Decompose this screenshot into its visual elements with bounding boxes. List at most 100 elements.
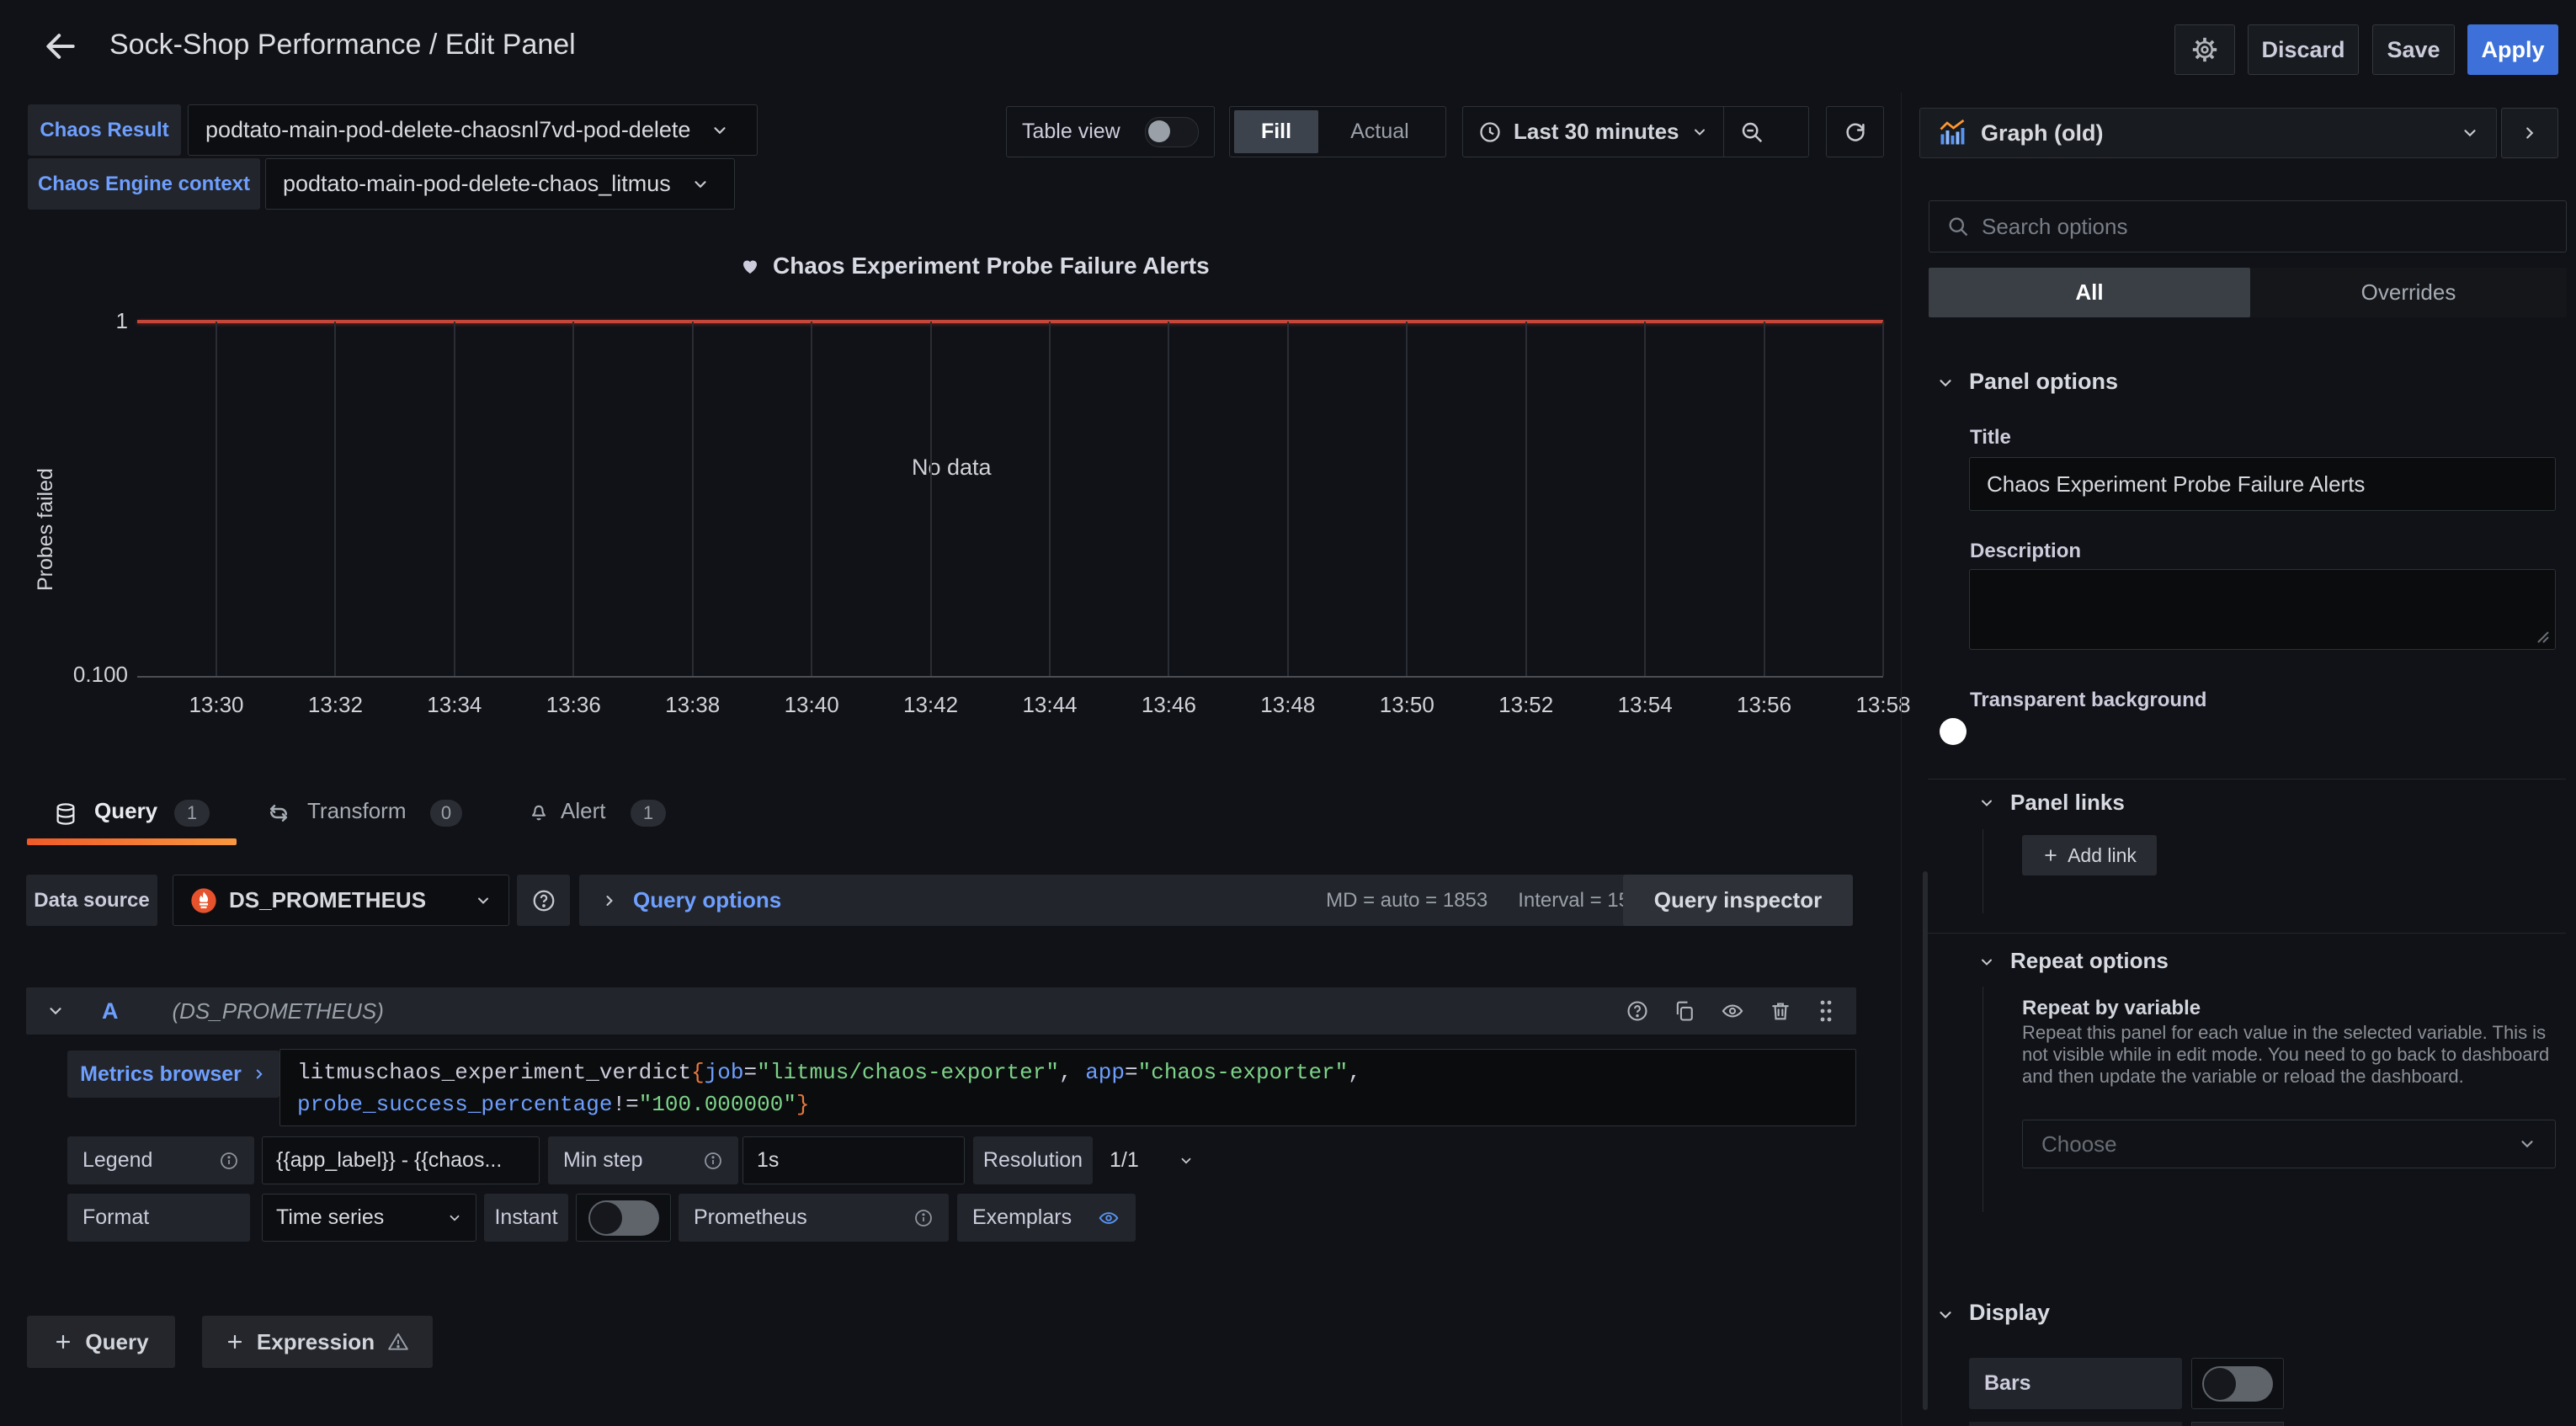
actual-option[interactable]: Actual (1318, 120, 1441, 144)
x-tick-label: 13:44 (1012, 692, 1088, 718)
query-row-header[interactable]: A (DS_PROMETHEUS) (26, 987, 1856, 1035)
duplicate-query-icon[interactable] (1673, 999, 1696, 1023)
repeat-description: Repeat this panel for each value in the … (2022, 1022, 2561, 1088)
gear-icon (2190, 35, 2219, 64)
chevron-right-icon (601, 892, 618, 909)
gridline (1406, 322, 1408, 676)
transform-icon (266, 801, 291, 826)
tab-all[interactable]: All (1929, 268, 2250, 317)
scrollbar-thumb[interactable] (1923, 871, 1928, 1410)
fill-option[interactable]: Fill (1234, 110, 1318, 153)
x-axis-labels: 13:3013:3213:3413:3613:3813:4013:4213:44… (137, 692, 1883, 722)
time-range-picker[interactable]: Last 30 minutes (1463, 107, 1723, 157)
repeat-options-chevron-icon[interactable] (1978, 954, 1995, 971)
bell-icon (527, 799, 551, 824)
legend-format-input[interactable]: {{app_label}} - {{chaos... (262, 1136, 540, 1184)
repeat-variable-select[interactable]: Choose (2022, 1120, 2556, 1168)
refresh-button[interactable] (1826, 106, 1884, 157)
gridline (1049, 322, 1051, 676)
resolution-select[interactable]: 1/1 (1096, 1136, 1207, 1184)
query-inspector-button[interactable]: Query inspector (1623, 875, 1853, 926)
tab-alert[interactable]: Alert (561, 798, 605, 824)
min-step-input[interactable]: 1s (742, 1136, 965, 1184)
chevron-right-icon (252, 1067, 267, 1082)
save-button[interactable]: Save (2372, 24, 2455, 75)
plus-icon (53, 1332, 73, 1352)
add-expression-button[interactable]: Expression (202, 1316, 433, 1368)
drag-handle-icon[interactable] (1816, 998, 1836, 1024)
options-tabs: All Overrides (1929, 268, 2567, 317)
min-step-field-label: Min step (548, 1136, 738, 1184)
fill-actual-segmented: Fill Actual (1229, 106, 1446, 157)
x-tick-label: 13:40 (774, 692, 849, 718)
legend-field-label: Legend (67, 1136, 254, 1184)
panel-options-chevron-icon[interactable] (1936, 374, 1955, 392)
zoom-out-button[interactable] (1724, 107, 1780, 157)
gridline (1168, 322, 1169, 676)
panel-links-chevron-icon[interactable] (1978, 795, 1995, 811)
chevron-down-icon (711, 121, 729, 140)
panel-description-textarea[interactable] (1969, 569, 2556, 650)
plot-area[interactable]: No data (137, 322, 1883, 678)
chevron-down-icon (2461, 124, 2479, 142)
table-view-toggle[interactable] (1145, 117, 1199, 147)
datasource-select[interactable]: DS_PROMETHEUS (173, 875, 509, 926)
plus-icon (2042, 847, 2059, 864)
next-toggle-partial (2191, 1422, 2284, 1426)
promql-expression[interactable]: litmuschaos_experiment_verdict{job="litm… (279, 1049, 1856, 1126)
resize-handle-icon[interactable] (2535, 629, 2550, 644)
x-tick-label: 13:56 (1727, 692, 1802, 718)
display-chevron-icon[interactable] (1936, 1306, 1955, 1324)
visualization-select[interactable]: Graph (old) (1919, 108, 2497, 158)
gridline (1287, 322, 1289, 676)
content-divider (1901, 93, 1902, 1426)
exemplars-field: Exemplars (957, 1194, 1136, 1242)
title-field-label: Title (1970, 426, 2011, 450)
chart-title: Chaos Experiment Probe Failure Alerts (773, 253, 1210, 279)
hide-query-eye-icon[interactable] (1720, 999, 1745, 1023)
exemplars-eye-icon[interactable] (1097, 1207, 1120, 1229)
tab-overrides[interactable]: Overrides (2250, 268, 2567, 317)
display-header: Display (1969, 1300, 2050, 1326)
chevron-right-icon (2520, 124, 2539, 142)
magnifier-minus-icon (1739, 120, 1764, 145)
chevron-down-icon (1179, 1153, 1194, 1168)
interval-info: Interval = 15s (1518, 889, 1640, 913)
back-button[interactable] (37, 23, 84, 70)
y-tick-0100: 0.100 (67, 662, 128, 688)
datasource-help-button[interactable] (517, 875, 570, 926)
active-tab-underline (27, 838, 237, 845)
x-tick-label: 13:58 (1845, 692, 1921, 718)
panel-settings-button[interactable] (2174, 24, 2235, 75)
apply-button[interactable]: Apply (2467, 24, 2558, 75)
x-tick-label: 13:38 (655, 692, 731, 718)
tab-transform[interactable]: Transform (307, 798, 407, 824)
query-help-icon[interactable] (1626, 999, 1649, 1023)
panel-title-input[interactable]: Chaos Experiment Probe Failure Alerts (1969, 457, 2556, 511)
instant-toggle[interactable] (588, 1200, 659, 1236)
database-icon (53, 801, 78, 827)
prometheus-type-label: Prometheus (679, 1194, 949, 1242)
chaos-engine-var-select[interactable]: podtato-main-pod-delete-chaos_litmus (265, 158, 735, 210)
y-axis-title: Probes failed (34, 456, 58, 591)
gridline (692, 322, 694, 676)
add-link-button[interactable]: Add link (2022, 835, 2157, 875)
x-tick-label: 13:34 (417, 692, 492, 718)
format-select[interactable]: Time series (262, 1194, 476, 1242)
tab-query[interactable]: Query (94, 798, 157, 824)
bars-toggle[interactable] (2202, 1366, 2273, 1402)
discard-button[interactable]: Discard (2248, 24, 2359, 75)
chaos-result-var-select[interactable]: podtato-main-pod-delete-chaosnl7vd-pod-d… (188, 104, 758, 156)
add-query-button[interactable]: Query (27, 1316, 175, 1368)
search-options-input[interactable]: Search options (1929, 200, 2567, 253)
query-options-toggle[interactable]: Query options (633, 887, 781, 913)
x-tick-label: 13:52 (1488, 692, 1564, 718)
panel-options-header: Panel options (1969, 369, 2118, 395)
repeat-options-header: Repeat options (2010, 948, 2169, 974)
collapse-sidebar-button[interactable] (2501, 108, 2558, 158)
clock-icon (1478, 120, 1502, 144)
metrics-browser-button[interactable]: Metrics browser (67, 1051, 279, 1098)
instant-field-label: Instant (484, 1194, 568, 1242)
delete-query-trash-icon[interactable] (1769, 999, 1792, 1023)
next-option-row-partial (1969, 1422, 2182, 1426)
